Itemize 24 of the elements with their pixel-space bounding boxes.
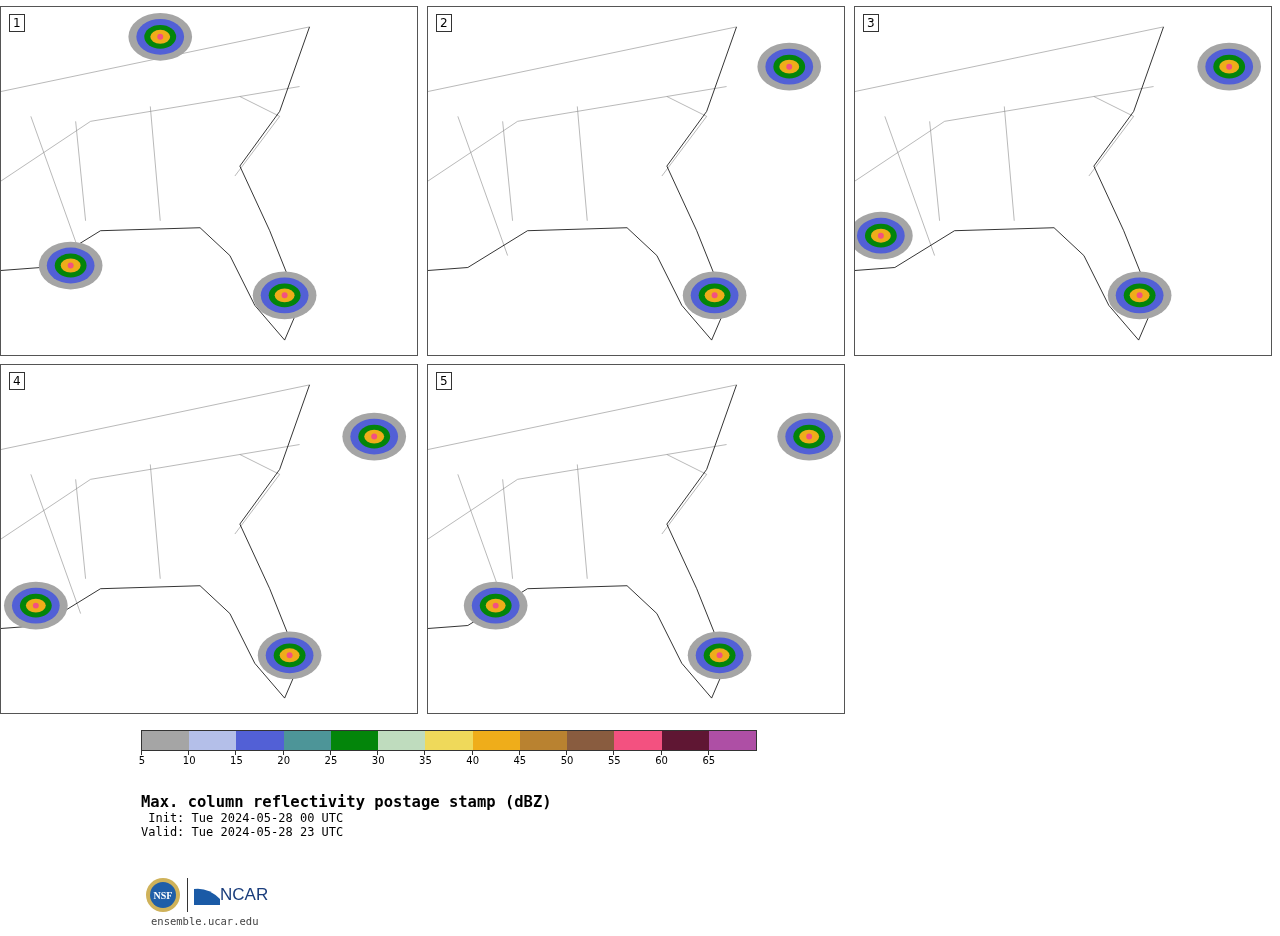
init-time: Init: Tue 2024-05-28 00 UTC [147, 811, 345, 825]
tick-label: 25 [323, 755, 339, 766]
tick-label: 55 [606, 755, 622, 766]
tick-label: 65 [701, 755, 717, 766]
tick-label: 10 [181, 755, 197, 766]
panel-number: 3 [863, 14, 879, 32]
panel-number: 1 [9, 14, 25, 32]
panel-number: 4 [9, 372, 25, 390]
plot-title: Max. column reflectivity postage stamp (dBZ) [141, 793, 553, 811]
tick-label: 15 [229, 755, 244, 766]
tick-label: 50 [559, 755, 575, 766]
valid-time: Valid: Tue 2024-05-28 23 UTC [141, 825, 345, 839]
nsf-logo: NSF [145, 877, 181, 913]
website-url: ensemble.ucar.edu [151, 915, 260, 927]
tick-label: 45 [512, 755, 528, 766]
tick-label: 5 [137, 755, 147, 766]
panel-number: 2 [436, 14, 452, 32]
tick-label: 20 [276, 755, 292, 766]
tick-label: 60 [654, 755, 669, 766]
ncar-logo: NCAR [194, 885, 269, 905]
tick-label: 40 [465, 755, 480, 766]
panel-number: 5 [436, 372, 452, 390]
tick-label: 30 [370, 755, 386, 766]
tick-label: 35 [418, 755, 433, 766]
